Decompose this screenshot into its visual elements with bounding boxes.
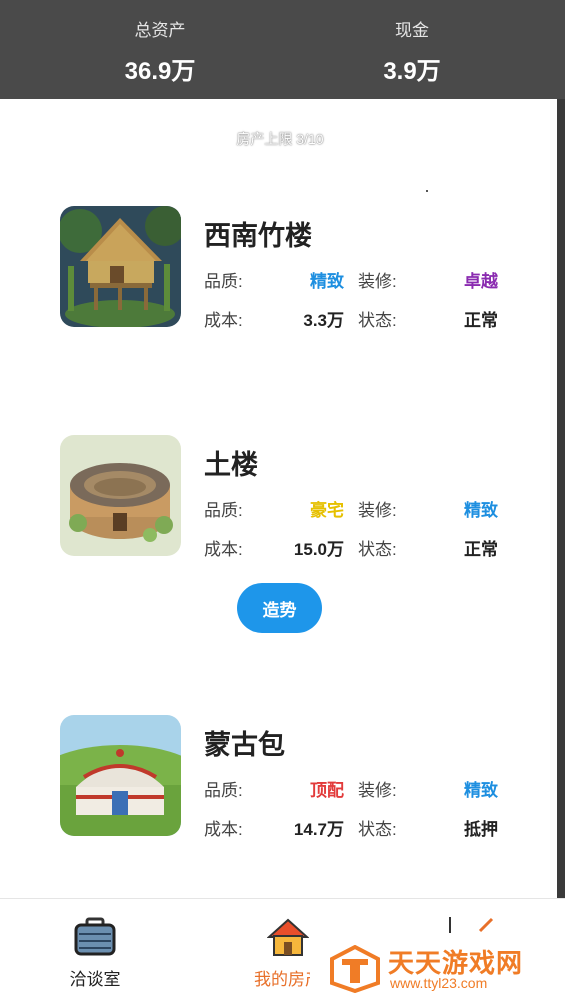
cost-value: 3.3万 — [303, 311, 344, 330]
quality-label: 品质: — [204, 501, 243, 520]
briefcase-icon — [73, 917, 117, 962]
quality-value: 顶配 — [310, 781, 344, 800]
quality-row: 品质: 精致 装修: 卓越 — [204, 267, 504, 291]
decorative-dot — [426, 190, 428, 192]
decoration-label: 装修: — [358, 781, 397, 800]
status-label: 状态: — [358, 311, 397, 330]
asset-header: 总资产 36.9万 现金 3.9万 — [0, 0, 565, 99]
house-icon — [266, 917, 310, 962]
total-assets-label: 总资产 — [134, 21, 186, 40]
status-value: 正常 — [464, 311, 498, 330]
tulou-image — [60, 435, 181, 556]
cost-row: 成本: 3.3万 状态: 正常 — [204, 306, 504, 330]
watermark-logo — [330, 944, 380, 998]
quality-value: 豪宅 — [310, 501, 344, 520]
property-card-bamboo-house[interactable]: 西南竹楼 品质: 精致 装修: 卓越 成本: 3.3万 状态: 正常 — [60, 206, 520, 330]
tab-negotiation-room[interactable]: 洽谈室 — [25, 899, 165, 1005]
property-card-tulou[interactable]: 土楼 品质: 豪宅 装修: 精致 成本: 15.0万 状态: 正常 — [60, 435, 520, 559]
quality-value: 精致 — [310, 272, 344, 291]
cost-row: 成本: 15.0万 状态: 正常 — [204, 535, 504, 559]
cost-label: 成本: — [204, 311, 243, 330]
quality-row: 品质: 豪宅 装修: 精致 — [204, 496, 504, 520]
promote-button[interactable]: 造势 — [237, 583, 322, 633]
decoration-label: 装修: — [358, 272, 397, 291]
cash: 现金 3.9万 — [312, 16, 512, 86]
tab-label: 洽谈室 — [69, 970, 121, 989]
decoration-value: 卓越 — [464, 272, 498, 291]
property-name: 土楼 — [204, 450, 258, 480]
property-name: 西南竹楼 — [204, 221, 312, 251]
status-value: 抵押 — [464, 820, 498, 839]
cost-value: 14.7万 — [293, 820, 344, 839]
decoration-value: 精致 — [464, 501, 498, 520]
status-label: 状态: — [358, 540, 397, 559]
total-assets: 总资产 36.9万 — [60, 16, 260, 86]
scrollbar-edge — [557, 99, 565, 899]
cost-label: 成本: — [204, 540, 243, 559]
quality-label: 品质: — [204, 272, 243, 291]
status-value: 正常 — [464, 540, 498, 559]
total-assets-value: 36.9万 — [124, 58, 196, 85]
cash-label: 现金 — [395, 21, 429, 40]
watermark-url: www.ttyl23.com — [390, 975, 488, 991]
cost-label: 成本: — [204, 820, 243, 839]
watermark: 天天游戏网 www.ttyl23.com — [310, 935, 565, 1004]
quality-row: 品质: 顶配 装修: 精致 — [204, 776, 504, 800]
property-name: 蒙古包 — [204, 730, 285, 760]
decoration-value: 精致 — [464, 781, 498, 800]
bamboo-house-image — [60, 206, 181, 327]
property-card-yurt[interactable]: 蒙古包 品质: 顶配 装修: 精致 成本: 14.7万 状态: 抵押 — [60, 715, 520, 839]
quality-label: 品质: — [204, 781, 243, 800]
cash-value: 3.9万 — [383, 58, 441, 85]
status-label: 状态: — [358, 820, 397, 839]
yurt-image — [60, 715, 181, 836]
cost-row: 成本: 14.7万 状态: 抵押 — [204, 815, 504, 839]
decoration-label: 装修: — [358, 501, 397, 520]
property-limit: 房产上限 3/10 — [236, 131, 324, 147]
cost-value: 15.0万 — [293, 540, 344, 559]
